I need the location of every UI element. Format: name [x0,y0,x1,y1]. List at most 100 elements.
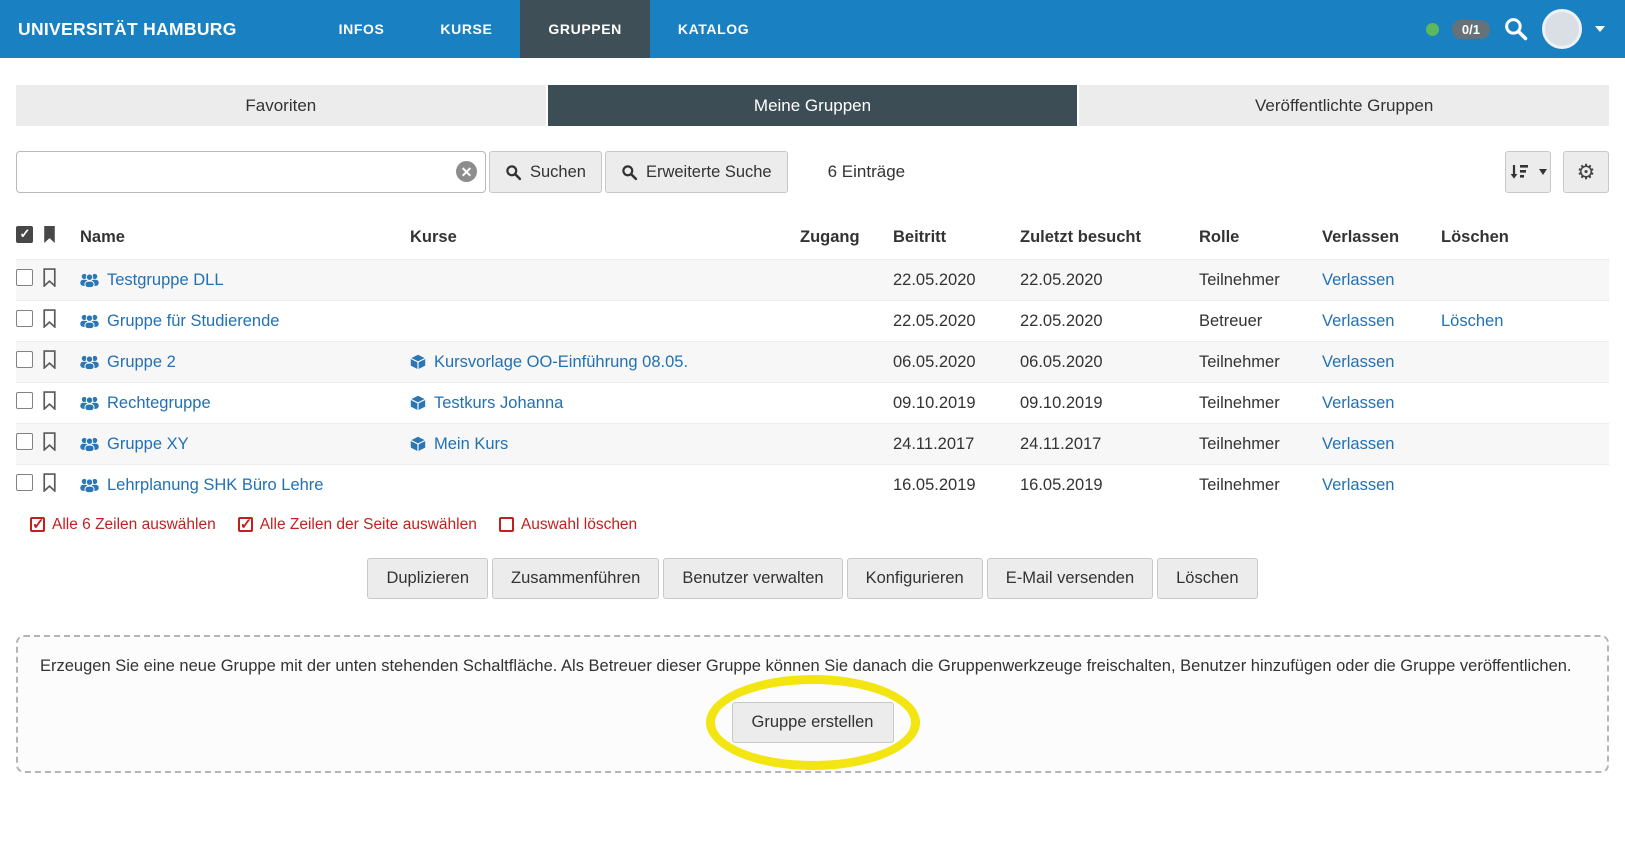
row-checkbox[interactable] [16,269,33,286]
bulk-action-buttons: Duplizieren Zusammenführen Benutzer verw… [0,558,1625,599]
main-navigation: INFOS KURSE GRUPPEN KATALOG [311,0,778,58]
zuletzt-besucht-cell: 06.05.2020 [1020,342,1199,383]
group-users-icon [80,272,99,288]
table-header-row: Name Kurse Zugang Beitritt Zuletzt besuc… [16,219,1609,260]
zuletzt-besucht-cell: 24.11.2017 [1020,424,1199,465]
bookmark-outline-icon[interactable] [42,473,57,492]
selection-link[interactable]: Alle 6 Zeilen auswählen [30,516,216,534]
verlassen-link[interactable]: Verlassen [1322,394,1394,412]
bulk-action-button[interactable]: Löschen [1157,558,1257,599]
group-users-icon [80,436,99,452]
table-tools: ⚙ [1502,151,1609,193]
search-input[interactable] [16,151,486,193]
gruppe-erstellen-button[interactable]: Gruppe erstellen [732,702,894,743]
column-header-name[interactable]: Name [80,219,410,260]
column-header-loeschen[interactable]: Löschen [1441,219,1609,260]
chat-count-badge[interactable]: 0/1 [1452,20,1490,39]
navbar-right-cluster: 0/1 [1426,0,1625,58]
bulk-action-button[interactable]: E-Mail versenden [987,558,1153,599]
tab-veroeffentlichte-gruppen[interactable]: Veröffentlichte Gruppen [1079,85,1609,126]
clear-search-icon[interactable]: ✕ [456,161,477,182]
group-name-link[interactable]: Gruppe XY [107,435,189,454]
zugang-cell [800,465,893,506]
search-icon[interactable] [1503,16,1529,42]
rolle-cell: Teilnehmer [1199,383,1322,424]
column-header-beitritt[interactable]: Beitritt [893,219,1020,260]
tab-meine-gruppen[interactable]: Meine Gruppen [548,85,1078,126]
table-row: Gruppe XY Mein Kurs 24.11.201 [16,424,1609,465]
row-checkbox[interactable] [16,433,33,450]
verlassen-link[interactable]: Verlassen [1322,353,1394,371]
row-checkbox[interactable] [16,310,33,327]
top-navbar: UNIVERSITÄT HAMBURG INFOS KURSE GRUPPEN … [0,0,1625,58]
bookmark-outline-icon[interactable] [42,391,57,410]
search-icon [505,164,522,181]
entries-count: 6 Einträge [828,162,906,182]
search-toolbar: ✕ Suchen Erweiterte Suche 6 Einträge [16,151,1609,193]
loeschen-link[interactable]: Löschen [1441,312,1503,330]
course-link[interactable]: Mein Kurs [434,435,508,454]
course-cube-icon [410,395,426,411]
group-users-icon [80,395,99,411]
table-settings-button[interactable]: ⚙ [1563,151,1609,193]
bookmark-icon [42,225,57,244]
course-link[interactable]: Testkurs Johanna [434,394,563,413]
verlassen-link[interactable]: Verlassen [1322,312,1394,330]
erweiterte-suche-button[interactable]: Erweiterte Suche [605,151,788,193]
row-checkbox[interactable] [16,351,33,368]
rolle-cell: Teilnehmer [1199,342,1322,383]
selection-link[interactable]: Alle Zeilen der Seite auswählen [238,516,477,534]
bulk-action-button[interactable]: Konfigurieren [847,558,983,599]
suchen-button[interactable]: Suchen [489,151,602,193]
groups-table: Name Kurse Zugang Beitritt Zuletzt besuc… [16,219,1609,506]
select-all-checkbox[interactable] [16,226,33,243]
rolle-cell: Teilnehmer [1199,424,1322,465]
row-checkbox[interactable] [16,392,33,409]
create-group-description: Erzeugen Sie eine neue Gruppe mit der un… [40,654,1585,679]
red-checkbox-icon [499,517,514,532]
course-link[interactable]: Kursvorlage OO-Einführung 08.05. [434,353,688,372]
bulk-action-button[interactable]: Duplizieren [367,558,488,599]
column-header-rolle[interactable]: Rolle [1199,219,1322,260]
beitritt-cell: 22.05.2020 [893,260,1020,301]
group-users-icon [80,313,99,329]
tab-favoriten[interactable]: Favoriten [16,85,546,126]
verlassen-link[interactable]: Verlassen [1322,271,1394,289]
verlassen-link[interactable]: Verlassen [1322,476,1394,494]
group-name-link[interactable]: Testgruppe DLL [107,271,224,290]
group-name-link[interactable]: Gruppe für Studierende [107,312,279,331]
nav-item-kurse[interactable]: KURSE [412,0,520,58]
search-box: ✕ [16,151,486,193]
course-cube-icon [410,354,426,370]
bulk-action-button[interactable]: Benutzer verwalten [663,558,842,599]
bookmark-outline-icon[interactable] [42,309,57,328]
bookmark-outline-icon[interactable] [42,268,57,287]
zugang-cell [800,260,893,301]
table-row: Rechtegruppe Testkurs Johanna [16,383,1609,424]
online-status-icon [1426,23,1439,36]
sort-caret-icon [1539,169,1547,175]
selection-link[interactable]: Auswahl löschen [499,516,637,534]
beitritt-cell: 16.05.2019 [893,465,1020,506]
nav-item-infos[interactable]: INFOS [311,0,413,58]
user-menu-caret-icon[interactable] [1595,26,1605,32]
university-logo: UNIVERSITÄT HAMBURG [0,19,237,40]
zuletzt-besucht-cell: 09.10.2019 [1020,383,1199,424]
bulk-action-button[interactable]: Zusammenführen [492,558,659,599]
sort-button[interactable] [1505,151,1551,193]
group-name-link[interactable]: Rechtegruppe [107,394,211,413]
row-checkbox[interactable] [16,474,33,491]
column-header-zugang[interactable]: Zugang [800,219,893,260]
avatar[interactable] [1542,9,1582,49]
column-header-verlassen[interactable]: Verlassen [1322,219,1441,260]
nav-item-gruppen[interactable]: GRUPPEN [520,0,649,58]
bookmark-outline-icon[interactable] [42,350,57,369]
verlassen-link[interactable]: Verlassen [1322,435,1394,453]
bookmark-outline-icon[interactable] [42,432,57,451]
course-cube-icon [410,436,426,452]
column-header-zuletzt-besucht[interactable]: Zuletzt besucht [1020,219,1199,260]
group-name-link[interactable]: Gruppe 2 [107,353,176,372]
group-name-link[interactable]: Lehrplanung SHK Büro Lehre [107,476,323,495]
column-header-kurse[interactable]: Kurse [410,219,800,260]
nav-item-katalog[interactable]: KATALOG [650,0,777,58]
